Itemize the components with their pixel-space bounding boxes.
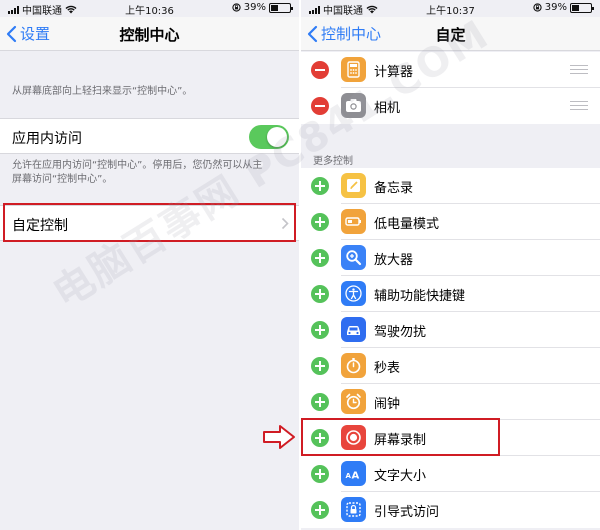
chevron-left-icon — [6, 25, 17, 42]
rotation-lock-icon — [533, 3, 542, 12]
add-control-button[interactable] — [311, 213, 329, 231]
remove-control-button[interactable] — [311, 97, 329, 115]
low-power-icon — [341, 209, 366, 234]
remove-control-button[interactable] — [311, 61, 329, 79]
add-control-button[interactable] — [311, 285, 329, 303]
more-controls-header: 更多控制 — [313, 156, 353, 167]
included-control-row: 计算器 — [301, 52, 600, 88]
control-label: 备忘录 — [374, 181, 414, 196]
in-app-access-description: 允许在应用内访问“控制中心”。停用后，您仍然可以从主 屏幕访问“控制中心”。 — [12, 159, 289, 187]
control-label: 文字大小 — [374, 469, 427, 484]
calculator-icon — [341, 57, 366, 82]
included-control-row: 相机 — [301, 88, 600, 124]
nav-bar: 控制中心 自定 — [301, 17, 600, 51]
back-button[interactable]: 控制中心 — [307, 23, 381, 44]
control-label: 放大器 — [374, 253, 414, 268]
car-icon — [341, 317, 366, 342]
add-control-button[interactable] — [311, 465, 329, 483]
rotation-lock-icon — [232, 3, 241, 12]
status-bar: 中国联通 上午10:37 39% — [301, 0, 600, 17]
control-label: 相机 — [374, 101, 401, 116]
description-line-1: 允许在应用内访问“控制中心”。停用后，您仍然可以从主 — [12, 160, 263, 171]
magnifier-icon — [341, 245, 366, 270]
control-label: 秒表 — [374, 361, 401, 376]
control-label: 屏幕录制 — [374, 433, 427, 448]
back-button[interactable]: 设置 — [6, 23, 50, 44]
description-line-2: 屏幕访问“控制中心”。 — [12, 174, 113, 185]
control-label: 引导式访问 — [374, 505, 440, 520]
alarm-icon — [341, 389, 366, 414]
status-right-group: 39% — [533, 2, 594, 13]
add-control-button[interactable] — [311, 249, 329, 267]
svg-text:A: A — [352, 471, 360, 482]
add-control-button[interactable] — [311, 177, 329, 195]
in-app-access-toggle[interactable] — [249, 125, 289, 149]
more-control-row: 屏幕录制 — [301, 420, 600, 456]
notes-icon — [341, 173, 366, 198]
more-control-row: AA 文字大小 — [301, 456, 600, 492]
text-size-icon: AA — [341, 461, 366, 486]
control-label: 驾驶勿扰 — [374, 325, 427, 340]
battery-percent: 39% — [243, 2, 266, 13]
add-control-button[interactable] — [311, 321, 329, 339]
control-label: 辅助功能快捷键 — [374, 289, 466, 304]
add-control-button[interactable] — [311, 393, 329, 411]
reorder-handle[interactable] — [570, 65, 588, 74]
reorder-handle[interactable] — [570, 101, 588, 110]
customize-screen: 中国联通 上午10:37 39% 控制中心 自定 计算器 相机 更多控制 备忘录… — [301, 0, 600, 530]
add-control-button[interactable] — [311, 357, 329, 375]
screen-record-icon — [341, 425, 366, 450]
swipe-hint-text: 从屏幕底部向上轻扫来显示“控制中心”。 — [12, 86, 193, 97]
chevron-left-icon — [307, 25, 318, 42]
camera-icon — [341, 93, 366, 118]
toggle-knob — [267, 127, 287, 147]
more-control-row: 备忘录 — [301, 168, 600, 204]
more-control-row: 放大器 — [301, 240, 600, 276]
battery-icon — [269, 2, 293, 13]
customize-controls-label: 自定控制 — [12, 218, 68, 234]
control-label: 低电量模式 — [374, 217, 440, 232]
control-center-settings-screen: 中国联通 上午10:36 39% 设置 控制中心 从屏幕底部向上轻扫来显示“控制… — [0, 0, 299, 530]
more-control-row: 闹钟 — [301, 384, 600, 420]
nav-bar: 设置 控制中心 — [0, 17, 299, 51]
pointer-arrow-icon — [263, 425, 295, 449]
more-control-row: 低电量模式 — [301, 204, 600, 240]
more-control-row: 秒表 — [301, 348, 600, 384]
status-bar: 中国联通 上午10:36 39% — [0, 0, 299, 17]
battery-percent: 39% — [544, 2, 567, 13]
stopwatch-icon — [341, 353, 366, 378]
battery-icon — [570, 2, 594, 13]
in-app-access-label: 应用内访问 — [12, 131, 82, 147]
add-control-button[interactable] — [311, 429, 329, 447]
guided-access-icon — [341, 497, 366, 522]
in-app-access-row: 应用内访问 — [0, 118, 299, 154]
more-control-row: 引导式访问 — [301, 492, 600, 528]
back-label: 设置 — [20, 25, 51, 43]
back-label: 控制中心 — [321, 25, 382, 43]
control-label: 闹钟 — [374, 397, 401, 412]
accessibility-icon — [341, 281, 366, 306]
more-control-row: 驾驶勿扰 — [301, 312, 600, 348]
customize-controls-row[interactable]: 自定控制 — [0, 205, 299, 241]
more-control-row: 辅助功能快捷键 — [301, 276, 600, 312]
add-control-button[interactable] — [311, 501, 329, 519]
chevron-right-icon — [281, 217, 289, 230]
status-right-group: 39% — [232, 2, 293, 13]
control-label: 计算器 — [374, 65, 414, 80]
